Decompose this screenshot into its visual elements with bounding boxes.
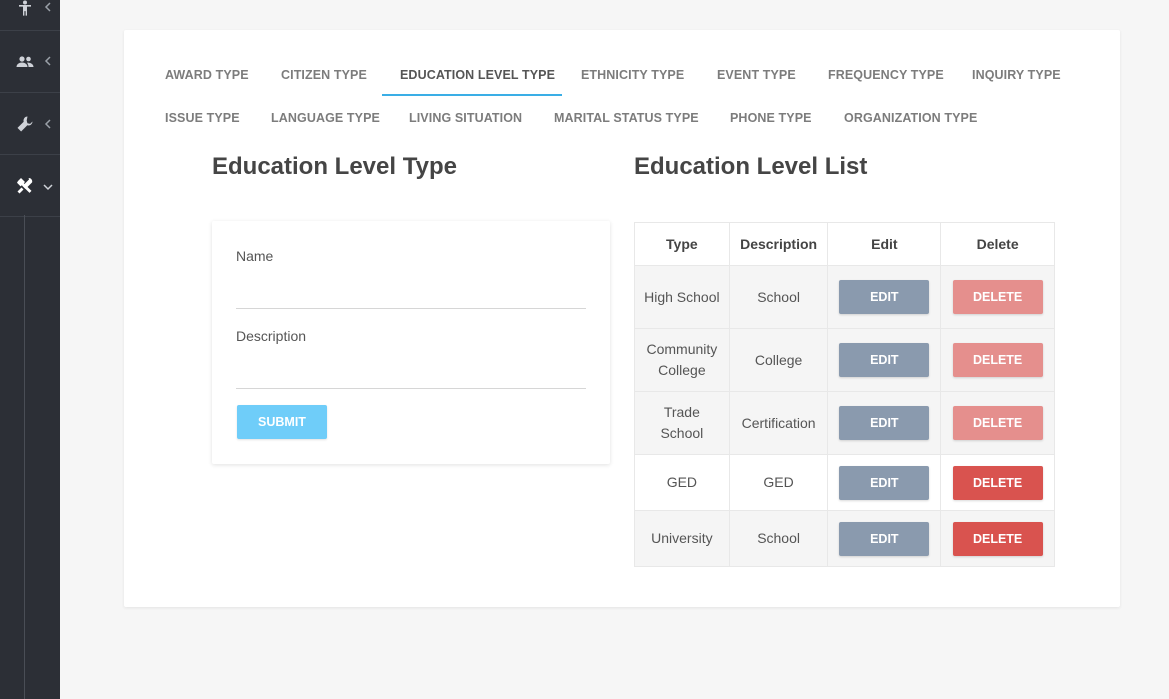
name-label: Name [236, 248, 274, 264]
wrench-icon [16, 115, 34, 133]
table-row: Trade School Certification EDIT DELETE [634, 391, 1055, 455]
tab-issue-type[interactable]: ISSUE TYPE [165, 111, 240, 125]
cell-description: School [728, 510, 829, 567]
tab-phone-type[interactable]: PHONE TYPE [730, 111, 812, 125]
cell-description: Certification [728, 391, 829, 455]
edit-button[interactable]: EDIT [839, 343, 930, 377]
table-row: University School EDIT DELETE [634, 510, 1055, 567]
chevron-left-icon [43, 2, 53, 12]
tab-living-situation[interactable]: LIVING SITUATION [409, 111, 522, 125]
table-row: GED GED EDIT DELETE [634, 454, 1055, 511]
edit-button[interactable]: EDIT [839, 521, 930, 556]
tab-inquiry-type[interactable]: INQUIRY TYPE [972, 68, 1061, 82]
table-row: Community College College EDIT DELETE [634, 328, 1055, 392]
cell-type: Community College [634, 328, 730, 392]
tab-education-level-type[interactable]: EDUCATION LEVEL TYPE [400, 68, 555, 82]
cell-type: University [634, 510, 730, 567]
cell-description: GED [728, 454, 829, 511]
edit-button[interactable]: EDIT [839, 406, 930, 440]
tab-event-type[interactable]: EVENT TYPE [717, 68, 796, 82]
delete-button[interactable]: DELETE [952, 406, 1043, 440]
people-icon [16, 53, 34, 71]
header-edit: Edit [827, 222, 942, 266]
person-icon [16, 0, 34, 17]
tab-award-type[interactable]: AWARD TYPE [165, 68, 249, 82]
header-type: Type [634, 222, 730, 266]
table-header-row: Type Description Edit Delete [634, 222, 1055, 266]
active-tab-indicator [382, 94, 562, 96]
submenu-line [24, 215, 25, 699]
tab-marital-status-type[interactable]: MARITAL STATUS TYPE [554, 111, 699, 125]
main-card: AWARD TYPE CITIZEN TYPE EDUCATION LEVEL … [124, 30, 1120, 607]
sidebar-item-person[interactable] [0, 0, 60, 31]
tools-icon [16, 177, 34, 195]
cell-type: High School [634, 265, 730, 329]
sidebar-item-wrench[interactable] [0, 93, 60, 155]
education-level-form: Name Description SUBMIT [212, 221, 610, 464]
submit-button[interactable]: SUBMIT [237, 405, 327, 439]
sidebar-item-people[interactable] [0, 31, 60, 93]
education-level-table: Type Description Edit Delete High School… [634, 222, 1055, 567]
cell-description: School [728, 265, 829, 329]
chevron-left-icon [43, 119, 53, 129]
name-input[interactable] [236, 283, 586, 309]
cell-type: GED [634, 454, 730, 511]
tab-frequency-type[interactable]: FREQUENCY TYPE [828, 68, 944, 82]
form-title: Education Level Type [212, 153, 457, 180]
delete-button[interactable]: DELETE [952, 521, 1043, 556]
tab-ethnicity-type[interactable]: ETHNICITY TYPE [581, 68, 684, 82]
tab-language-type[interactable]: LANGUAGE TYPE [271, 111, 380, 125]
delete-button[interactable]: DELETE [952, 465, 1043, 500]
chevron-down-icon [43, 182, 53, 192]
description-input[interactable] [236, 363, 586, 389]
sidebar-item-tools[interactable] [0, 155, 60, 217]
cell-description: College [728, 328, 829, 392]
edit-button[interactable]: EDIT [839, 465, 930, 500]
sidebar [0, 0, 60, 699]
description-label: Description [236, 328, 307, 344]
delete-button[interactable]: DELETE [952, 280, 1043, 314]
header-delete: Delete [940, 222, 1055, 266]
table-row: High School School EDIT DELETE [634, 265, 1055, 329]
header-description: Description [728, 222, 829, 266]
delete-button[interactable]: DELETE [952, 343, 1043, 377]
list-title: Education Level List [634, 153, 868, 180]
edit-button[interactable]: EDIT [839, 280, 930, 314]
cell-type: Trade School [634, 391, 730, 455]
chevron-left-icon [43, 56, 53, 66]
tab-citizen-type[interactable]: CITIZEN TYPE [281, 68, 367, 82]
tab-organization-type[interactable]: ORGANIZATION TYPE [844, 111, 977, 125]
